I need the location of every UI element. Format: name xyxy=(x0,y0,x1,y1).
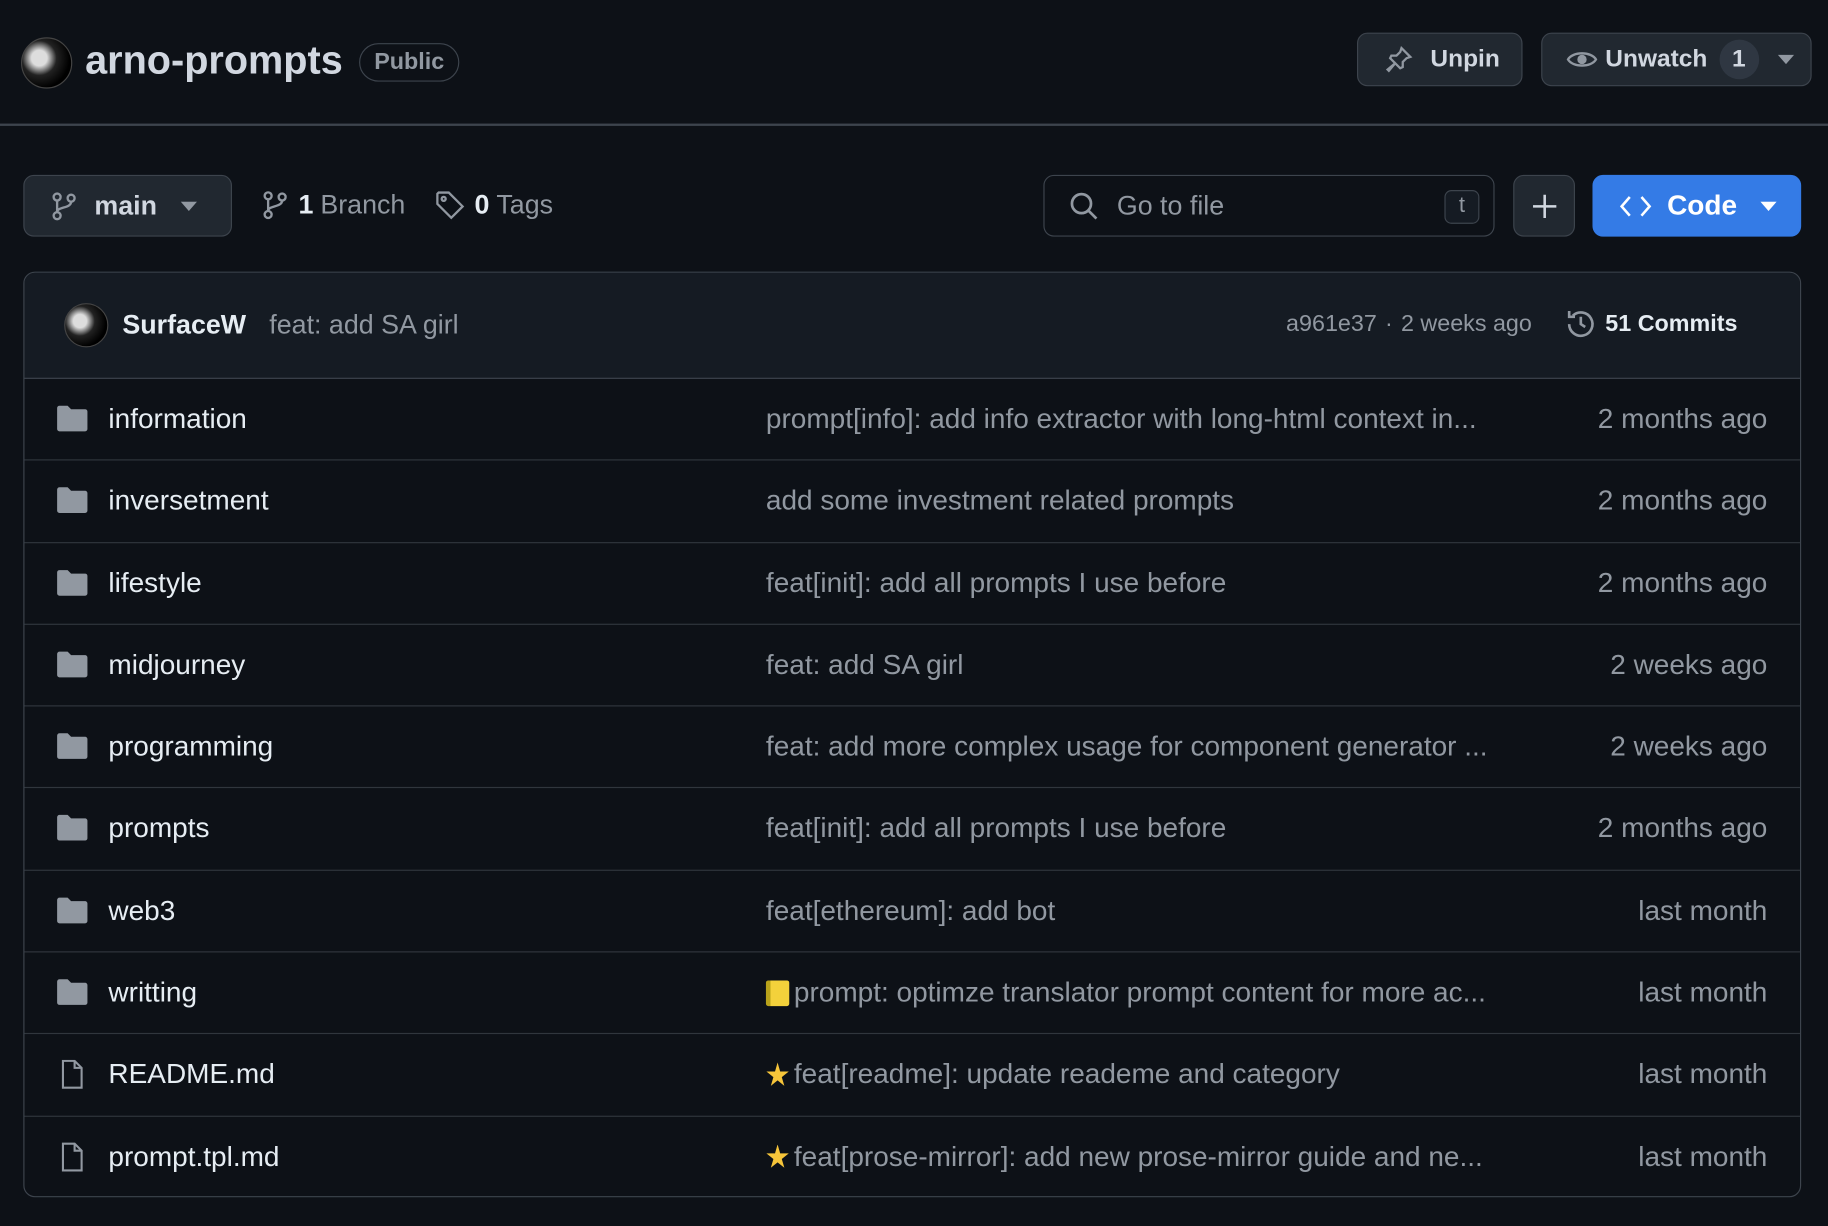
commits-link[interactable]: 51 Commits xyxy=(1563,307,1737,342)
commit-message-link[interactable]: feat[prose-mirror]: add new prose-mirror… xyxy=(766,1141,1483,1174)
star-emoji-icon xyxy=(766,1062,789,1086)
go-to-file-input[interactable]: Go to file t xyxy=(1043,174,1495,237)
commit-message-link[interactable]: prompt[info]: add info extractor with lo… xyxy=(766,403,1477,436)
commit-date: last month xyxy=(1638,895,1768,927)
git-branch-icon xyxy=(50,191,78,221)
folder-icon xyxy=(56,732,89,760)
commit-message-link[interactable]: feat[init]: add all prompts I use before xyxy=(766,813,1226,846)
git-branch-icon xyxy=(261,189,289,219)
caret-down-icon[interactable] xyxy=(1777,54,1794,65)
repo-avatar[interactable] xyxy=(20,37,73,89)
folder-icon xyxy=(56,896,89,924)
commit-date: 2 weeks ago xyxy=(1610,731,1768,763)
add-file-button[interactable] xyxy=(1513,174,1575,237)
commit-message-link[interactable]: prompt: optimze translator prompt conten… xyxy=(765,977,1486,1010)
eye-icon xyxy=(1566,45,1599,73)
history-icon xyxy=(1563,307,1598,342)
file-name-link[interactable]: prompts xyxy=(108,813,209,846)
file-name-link[interactable]: README.md xyxy=(108,1059,274,1092)
commit-message-link[interactable]: feat[readme]: update reademe and categor… xyxy=(766,1059,1340,1092)
file-table: SurfaceW feat: add SA girl a961e37 · 2 w… xyxy=(23,271,1802,1198)
file-row[interactable]: README.md feat[readme]: update reademe a… xyxy=(24,1035,1800,1117)
commit-date: 2 weeks ago xyxy=(1610,649,1768,681)
file-name-link[interactable]: web3 xyxy=(108,895,175,928)
file-name-link[interactable]: prompt.tpl.md xyxy=(108,1141,279,1174)
branch-selector[interactable]: main xyxy=(23,174,232,237)
file-name-link[interactable]: midjourney xyxy=(108,649,245,682)
caret-down-icon xyxy=(180,201,197,211)
pin-icon xyxy=(1384,44,1414,74)
commit-date: last month xyxy=(1638,1058,1768,1091)
header-divider xyxy=(0,123,1828,126)
commit-date: 2 months ago xyxy=(1597,485,1768,517)
file-icon xyxy=(56,1060,89,1090)
visibility-badge: Public xyxy=(359,43,460,82)
author-avatar[interactable] xyxy=(64,303,109,348)
commit-hash[interactable]: a961e37 xyxy=(1286,311,1377,338)
file-name-link[interactable]: programming xyxy=(108,731,273,764)
commit-time: 2 weeks ago xyxy=(1400,311,1532,337)
folder-icon xyxy=(56,486,89,514)
code-icon xyxy=(1619,194,1652,217)
repo-name[interactable]: arno-prompts xyxy=(85,38,343,83)
folder-icon xyxy=(56,978,89,1006)
folder-icon xyxy=(56,814,89,842)
commit-message-link[interactable]: feat: add more complex usage for compone… xyxy=(766,731,1488,764)
commit-date: last month xyxy=(1638,977,1768,1009)
watch-count: 1 xyxy=(1718,39,1759,80)
file-name-link[interactable]: lifestyle xyxy=(108,567,201,600)
file-row[interactable]: inversetment add some investment related… xyxy=(24,461,1800,543)
file-row[interactable]: prompt.tpl.md feat[prose-mirror]: add ne… xyxy=(24,1116,1800,1196)
tag-icon xyxy=(435,189,465,219)
shortcut-key: t xyxy=(1444,190,1480,224)
file-row[interactable]: prompts feat[init]: add all prompts I us… xyxy=(24,789,1800,871)
star-emoji-icon xyxy=(766,1144,789,1168)
unwatch-button[interactable]: Unwatch 1 xyxy=(1541,32,1812,87)
file-name-link[interactable]: information xyxy=(108,403,246,436)
code-button[interactable]: Code xyxy=(1592,174,1802,237)
commit-date: 2 months ago xyxy=(1597,403,1768,435)
caret-down-icon xyxy=(1760,201,1777,211)
file-row[interactable]: lifestyle feat[init]: add all prompts I … xyxy=(24,543,1800,625)
commit-author[interactable]: SurfaceW xyxy=(122,309,246,340)
commit-date: 2 months ago xyxy=(1597,567,1768,599)
file-row[interactable]: information prompt[info]: add info extra… xyxy=(24,379,1800,461)
plus-icon xyxy=(1531,193,1557,219)
commit-message-link[interactable]: add some investment related prompts xyxy=(766,485,1234,518)
commit-message-link[interactable]: feat[init]: add all prompts I use before xyxy=(766,567,1226,600)
file-row[interactable]: writting prompt: optimze translator prom… xyxy=(24,953,1800,1035)
branches-link[interactable]: 1 Branch xyxy=(261,189,405,220)
folder-icon xyxy=(56,568,89,596)
file-row[interactable]: midjourney feat: add SA girl 2 weeks ago xyxy=(24,625,1800,707)
tags-link[interactable]: 0 Tags xyxy=(435,189,553,220)
commit-date: 2 months ago xyxy=(1597,813,1768,845)
file-row[interactable]: web3 feat[ethereum]: add bot last month xyxy=(24,871,1800,953)
commit-message-link[interactable]: feat: add SA girl xyxy=(766,649,964,682)
unpin-button[interactable]: Unpin xyxy=(1356,32,1523,87)
latest-commit-bar: SurfaceW feat: add SA girl a961e37 · 2 w… xyxy=(24,272,1800,379)
file-row[interactable]: programming feat: add more complex usage… xyxy=(24,707,1800,789)
file-name-link[interactable]: writting xyxy=(108,977,197,1010)
commit-message[interactable]: feat: add SA girl xyxy=(269,309,458,340)
file-name-link[interactable]: inversetment xyxy=(108,485,268,518)
file-icon xyxy=(56,1142,89,1172)
commit-message-link[interactable]: feat[ethereum]: add bot xyxy=(766,895,1055,928)
folder-icon xyxy=(56,405,89,433)
folder-icon xyxy=(56,650,89,678)
commit-date: last month xyxy=(1638,1140,1768,1173)
search-icon xyxy=(1068,189,1101,222)
notebook-emoji-icon xyxy=(765,980,790,1007)
